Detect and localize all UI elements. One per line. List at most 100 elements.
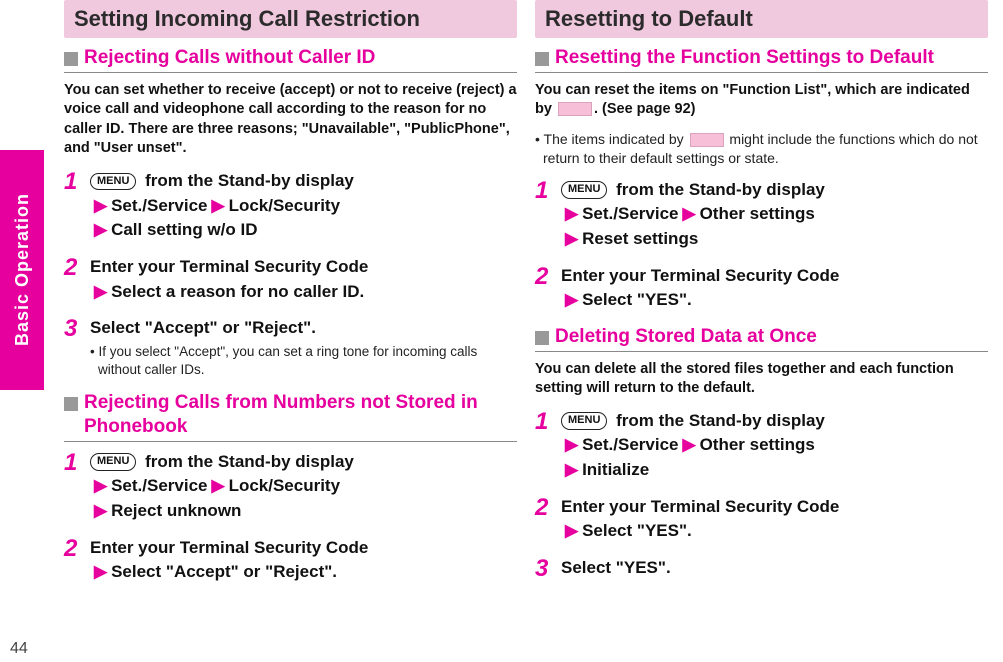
step-number: 2 bbox=[535, 265, 561, 313]
section-title-right: Resetting to Default bbox=[535, 0, 988, 38]
step-number: 1 bbox=[535, 179, 561, 252]
step-number: 1 bbox=[64, 451, 90, 524]
step-line: Select a reason for no caller ID. bbox=[111, 282, 364, 301]
intro-post: . (See page 92) bbox=[594, 101, 696, 117]
arrow-icon: ▶ bbox=[94, 282, 107, 301]
step-line: Reset settings bbox=[582, 229, 698, 248]
step-number: 1 bbox=[64, 170, 90, 243]
step-number: 3 bbox=[64, 317, 90, 379]
step-number: 3 bbox=[535, 557, 561, 581]
note-text: The items indicated by might include the… bbox=[535, 130, 988, 168]
step: 2 Enter your Terminal Security Code ▶Sel… bbox=[64, 536, 517, 585]
arrow-icon: ▶ bbox=[565, 460, 578, 479]
menu-key-icon: MENU bbox=[561, 181, 607, 199]
step-text: Select "Accept" or "Reject". bbox=[90, 318, 316, 337]
subsection-heading: Resetting the Function Settings to Defau… bbox=[535, 46, 988, 73]
step-body: Enter your Terminal Security Code ▶Selec… bbox=[90, 255, 517, 304]
step-body: MENU from the Stand-by display ▶Set./Ser… bbox=[90, 450, 517, 524]
step: 1 MENU from the Stand-by display ▶Set./S… bbox=[64, 169, 517, 243]
step-text: from the Stand-by display bbox=[611, 180, 824, 199]
menu-key-icon: MENU bbox=[90, 453, 136, 471]
step-text: Enter your Terminal Security Code bbox=[90, 257, 368, 276]
step-body: Select "Accept" or "Reject". If you sele… bbox=[90, 316, 517, 379]
step-text: from the Stand-by display bbox=[611, 411, 824, 430]
step: 1 MENU from the Stand-by display ▶Set./S… bbox=[64, 450, 517, 524]
subsection-heading: Rejecting Calls without Caller ID bbox=[64, 46, 517, 73]
step-line: Set./Service bbox=[111, 476, 207, 495]
arrow-icon: ▶ bbox=[565, 229, 578, 248]
step: 1 MENU from the Stand-by display ▶Set./S… bbox=[535, 178, 988, 252]
note-pre: The items indicated by bbox=[544, 131, 688, 147]
arrow-icon: ▶ bbox=[565, 204, 578, 223]
intro-text: You can delete all the stored files toge… bbox=[535, 360, 988, 399]
step-line: Select "Accept" or "Reject". bbox=[111, 562, 337, 581]
arrow-icon: ▶ bbox=[682, 204, 695, 223]
arrow-icon: ▶ bbox=[565, 521, 578, 540]
step-body: MENU from the Stand-by display ▶Set./Ser… bbox=[90, 169, 517, 243]
step-line: Set./Service bbox=[582, 204, 678, 223]
step-line: Select "YES". bbox=[582, 290, 692, 309]
step: 2 Enter your Terminal Security Code ▶Sel… bbox=[535, 495, 988, 544]
step-number: 2 bbox=[64, 256, 90, 304]
subsection-title: Deleting Stored Data at Once bbox=[555, 325, 817, 349]
step-text: Enter your Terminal Security Code bbox=[561, 497, 839, 516]
arrow-icon: ▶ bbox=[565, 435, 578, 454]
bullet-square-icon bbox=[64, 52, 78, 66]
step: 2 Enter your Terminal Security Code ▶Sel… bbox=[535, 264, 988, 313]
subsection-title: Rejecting Calls without Caller ID bbox=[84, 46, 375, 70]
step-line: Set./Service bbox=[111, 196, 207, 215]
intro-text: You can set whether to receive (accept) … bbox=[64, 81, 517, 159]
step-number: 1 bbox=[535, 410, 561, 483]
right-column: Resetting to Default Resetting the Funct… bbox=[531, 0, 1002, 662]
step-line: Initialize bbox=[582, 460, 649, 479]
step-line: Set./Service bbox=[582, 435, 678, 454]
step-number: 2 bbox=[535, 496, 561, 544]
intro-text: You can reset the items on "Function Lis… bbox=[535, 81, 988, 120]
menu-key-icon: MENU bbox=[561, 412, 607, 430]
step: 2 Enter your Terminal Security Code ▶Sel… bbox=[64, 255, 517, 304]
step-text: from the Stand-by display bbox=[140, 452, 353, 471]
step-number: 2 bbox=[64, 537, 90, 585]
step-body: Select "YES". bbox=[561, 556, 988, 581]
step-line: Lock/Security bbox=[229, 476, 341, 495]
arrow-icon: ▶ bbox=[94, 220, 107, 239]
pink-swatch-icon bbox=[558, 102, 592, 116]
arrow-icon: ▶ bbox=[211, 476, 224, 495]
subsection-title: Rejecting Calls from Numbers not Stored … bbox=[84, 391, 517, 439]
pink-swatch-icon bbox=[690, 133, 724, 147]
step-line: Other settings bbox=[700, 204, 815, 223]
step: 3 Select "YES". bbox=[535, 556, 988, 581]
bullet-square-icon bbox=[64, 397, 78, 411]
menu-key-icon: MENU bbox=[90, 173, 136, 191]
subsection-heading: Rejecting Calls from Numbers not Stored … bbox=[64, 391, 517, 442]
page-number: 44 bbox=[10, 640, 28, 658]
step-line: Reject unknown bbox=[111, 501, 241, 520]
arrow-icon: ▶ bbox=[94, 476, 107, 495]
step-body: Enter your Terminal Security Code ▶Selec… bbox=[561, 495, 988, 544]
step-body: Enter your Terminal Security Code ▶Selec… bbox=[561, 264, 988, 313]
step: 1 MENU from the Stand-by display ▶Set./S… bbox=[535, 409, 988, 483]
step-body: Enter your Terminal Security Code ▶Selec… bbox=[90, 536, 517, 585]
step-line: Other settings bbox=[700, 435, 815, 454]
left-column: Setting Incoming Call Restriction Reject… bbox=[60, 0, 531, 662]
step-note: If you select "Accept", you can set a ri… bbox=[90, 343, 517, 379]
content-columns: Setting Incoming Call Restriction Reject… bbox=[60, 0, 1003, 662]
arrow-icon: ▶ bbox=[94, 196, 107, 215]
step-text: Enter your Terminal Security Code bbox=[561, 266, 839, 285]
step-line: Select "YES". bbox=[582, 521, 692, 540]
step-body: MENU from the Stand-by display ▶Set./Ser… bbox=[561, 178, 988, 252]
subsection-heading: Deleting Stored Data at Once bbox=[535, 325, 988, 352]
side-tab: Basic Operation bbox=[0, 150, 44, 390]
step: 3 Select "Accept" or "Reject". If you se… bbox=[64, 316, 517, 379]
bullet-square-icon bbox=[535, 331, 549, 345]
step-line: Lock/Security bbox=[229, 196, 341, 215]
arrow-icon: ▶ bbox=[682, 435, 695, 454]
step-text: from the Stand-by display bbox=[140, 171, 353, 190]
step-text: Select "YES". bbox=[561, 558, 671, 577]
bullet-square-icon bbox=[535, 52, 549, 66]
arrow-icon: ▶ bbox=[565, 290, 578, 309]
step-line: Call setting w/o ID bbox=[111, 220, 257, 239]
step-body: MENU from the Stand-by display ▶Set./Ser… bbox=[561, 409, 988, 483]
section-title-left: Setting Incoming Call Restriction bbox=[64, 0, 517, 38]
arrow-icon: ▶ bbox=[94, 501, 107, 520]
